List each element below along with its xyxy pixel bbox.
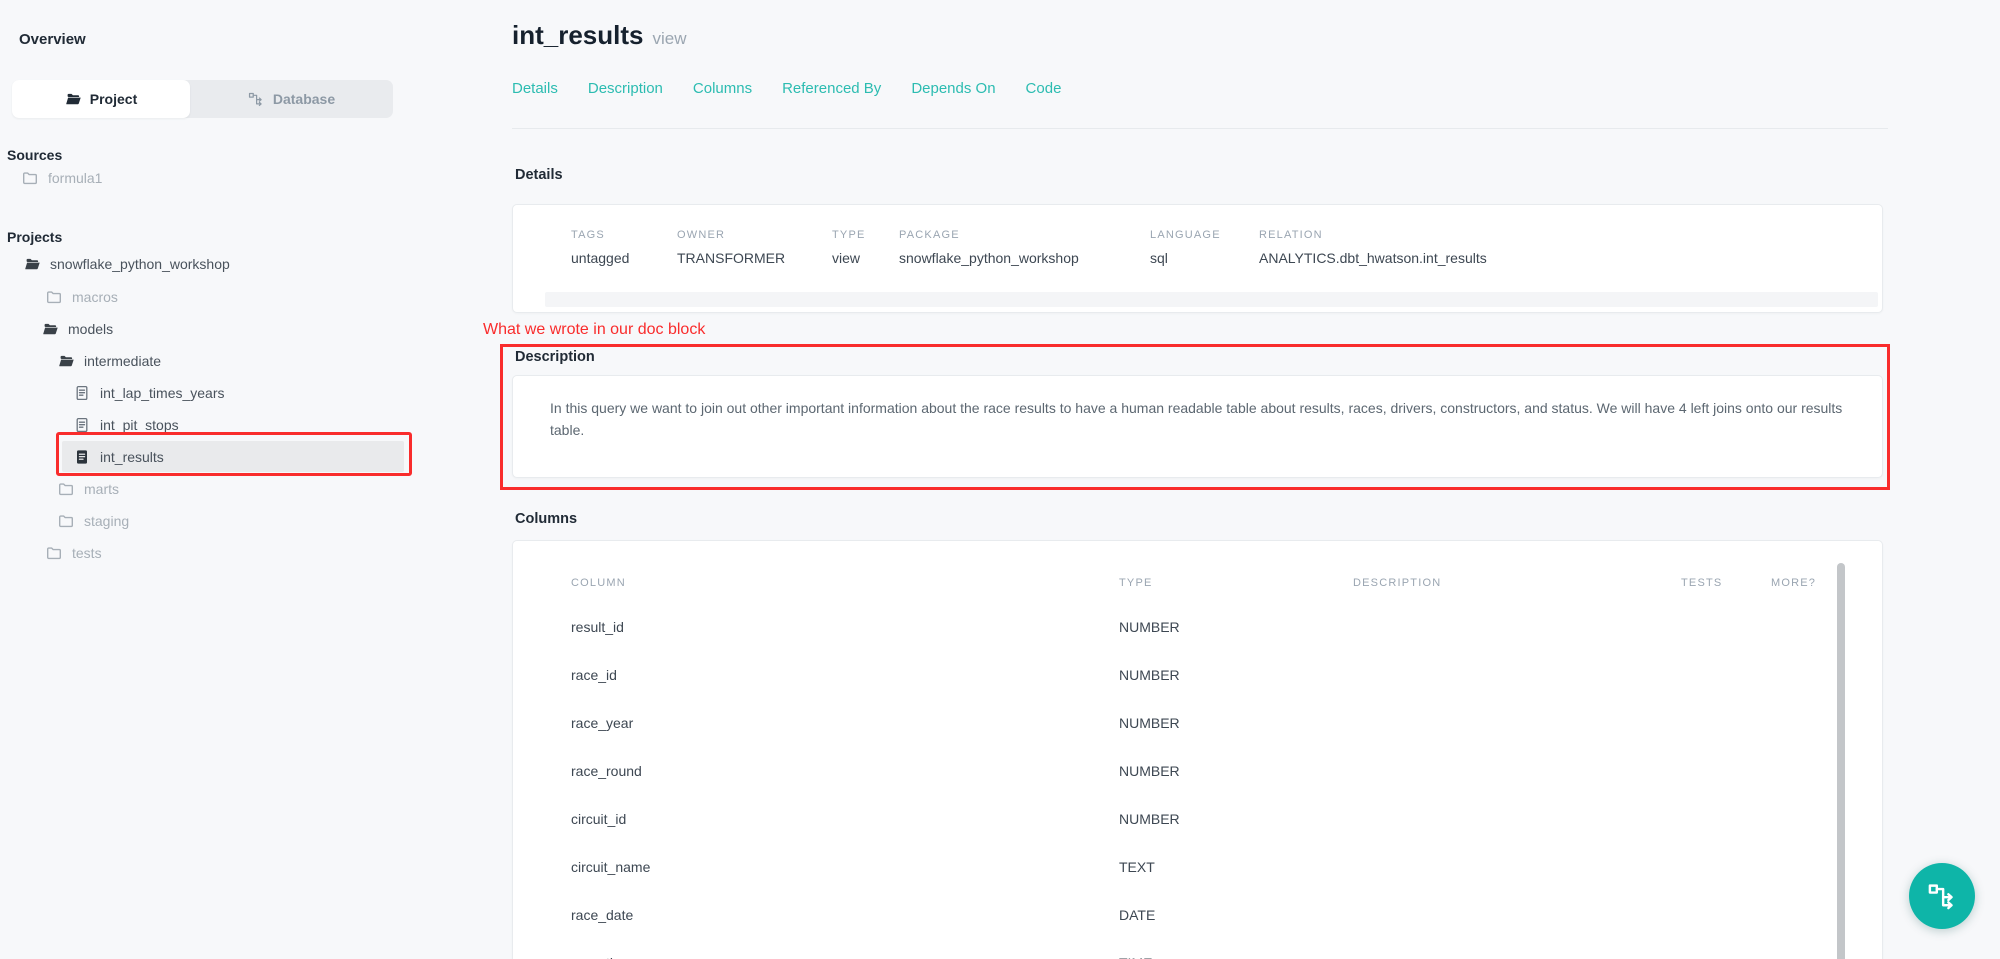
detail-field-tags: TAGS untagged [571, 229, 629, 266]
folder-open-icon [58, 353, 74, 369]
annotation-box-sidebar [56, 432, 412, 476]
project-toggle-button[interactable]: Project [12, 80, 190, 118]
table-scrollbar[interactable] [1837, 563, 1845, 959]
sidebar-item-tests[interactable]: tests [0, 537, 440, 569]
sidebar-item-intermediate[interactable]: intermediate [0, 345, 440, 377]
columns-table-header: COLUMN TYPE DESCRIPTION TESTS MORE? [571, 569, 1802, 597]
table-row[interactable]: circuit_id NUMBER [571, 795, 1802, 843]
table-row[interactable]: circuit_name TEXT [571, 843, 1802, 891]
table-row[interactable]: race_time TIME [571, 939, 1802, 959]
tab-details[interactable]: Details [512, 80, 558, 97]
col-header-description: DESCRIPTION [1353, 577, 1681, 589]
folder-icon [22, 170, 38, 186]
folder-icon [58, 481, 74, 497]
details-collapsed-strip [545, 292, 1878, 307]
detail-field-owner: OWNER TRANSFORMER [677, 229, 785, 266]
tab-code[interactable]: Code [1026, 80, 1062, 97]
table-row[interactable]: race_id NUMBER [571, 651, 1802, 699]
tab-divider [512, 128, 1888, 129]
details-card: TAGS untagged OWNER TRANSFORMER TYPE vie… [512, 204, 1883, 313]
folder-icon [46, 289, 62, 305]
sidebar-item-macros[interactable]: macros [0, 281, 440, 313]
project-toggle-label: Project [90, 91, 137, 107]
details-heading: Details [515, 167, 563, 183]
detail-field-type: TYPE view [832, 229, 866, 266]
sidebar-item-formula1[interactable]: formula1 [0, 162, 440, 194]
database-toggle-label: Database [273, 91, 335, 107]
col-header-more: MORE? [1771, 577, 1816, 589]
lineage-graph-icon [1927, 881, 1957, 911]
detail-field-package: PACKAGE snowflake_python_workshop [899, 229, 1079, 266]
materialization-badge: view [653, 29, 687, 48]
database-tree-icon [248, 91, 264, 107]
tab-depends-on[interactable]: Depends On [911, 80, 995, 97]
col-header-type: TYPE [1119, 577, 1353, 589]
annotation-text: What we wrote in our doc block [483, 321, 705, 339]
lineage-graph-button[interactable] [1909, 863, 1975, 929]
folder-open-icon [42, 321, 58, 337]
col-header-tests: TESTS [1681, 577, 1771, 589]
database-toggle-button[interactable]: Database [190, 80, 393, 118]
table-row[interactable]: race_round NUMBER [571, 747, 1802, 795]
table-row[interactable]: race_date DATE [571, 891, 1802, 939]
tab-columns[interactable]: Columns [693, 80, 752, 97]
projects-heading: Projects [7, 229, 62, 245]
folder-icon [46, 545, 62, 561]
table-row[interactable]: race_year NUMBER [571, 699, 1802, 747]
overview-heading: Overview [19, 31, 86, 48]
tab-description[interactable]: Description [588, 80, 663, 97]
sidebar-item-staging[interactable]: staging [0, 505, 440, 537]
sidebar-item-snowflake_python_workshop[interactable]: snowflake_python_workshop [0, 248, 440, 280]
description-card: In this query we want to join out other … [512, 375, 1883, 478]
tab-referenced-by[interactable]: Referenced By [782, 80, 881, 97]
folder-open-icon [24, 256, 40, 272]
columns-heading: Columns [515, 511, 577, 527]
file-icon [74, 385, 90, 401]
columns-table-body: result_id NUMBER race_id NUMBER race_yea… [571, 603, 1802, 959]
tab-bar: Details Description Columns Referenced B… [512, 80, 1061, 97]
description-heading: Description [515, 349, 595, 365]
file-icon [74, 417, 90, 433]
sidebar-item-int_lap_times_years[interactable]: int_lap_times_years [0, 377, 440, 409]
dbt-docs-page: Overview Project Database Sources formul… [0, 0, 2000, 959]
page-title: int_resultsview [512, 20, 687, 51]
description-body: In this query we want to join out other … [550, 397, 1862, 441]
sources-heading: Sources [7, 147, 62, 163]
columns-card: COLUMN TYPE DESCRIPTION TESTS MORE? resu… [512, 540, 1883, 959]
sidebar-item-marts[interactable]: marts [0, 473, 440, 505]
col-header-column: COLUMN [571, 577, 1119, 589]
detail-field-language: LANGUAGE sql [1150, 229, 1221, 266]
folder-open-icon [65, 91, 81, 107]
sidebar-item-models[interactable]: models [0, 313, 440, 345]
view-toggle: Project Database [12, 80, 393, 118]
table-row[interactable]: result_id NUMBER [571, 603, 1802, 651]
folder-icon [58, 513, 74, 529]
detail-field-relation: RELATION ANALYTICS.dbt_hwatson.int_resul… [1259, 229, 1487, 266]
